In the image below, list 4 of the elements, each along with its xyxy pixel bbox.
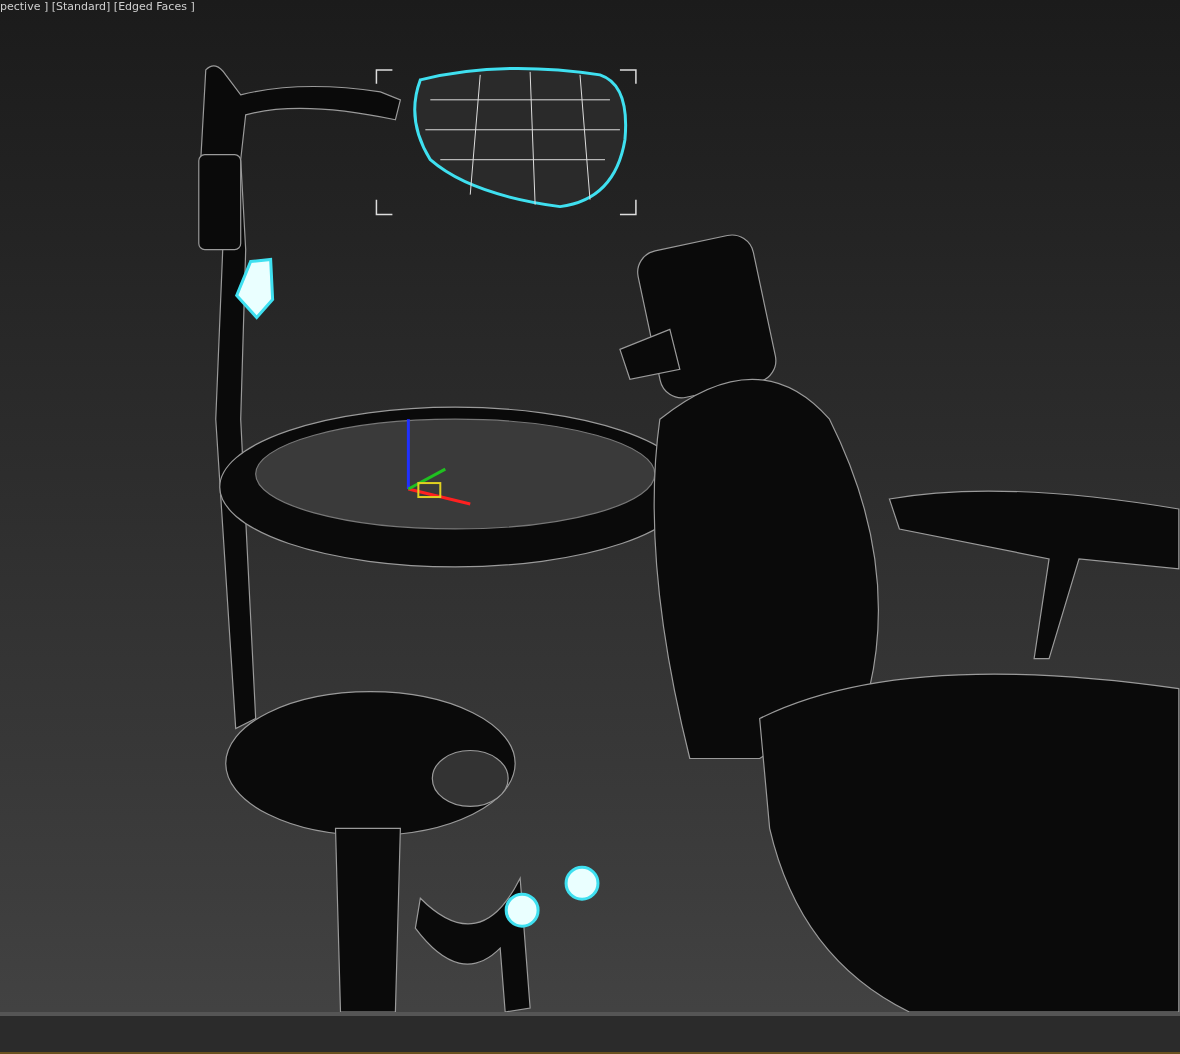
lamp-head-wireframe-drawing[interactable]: [413, 66, 628, 209]
transform-gizmo-drawing[interactable]: [406, 419, 471, 506]
selected-knob-drawing[interactable]: [234, 257, 600, 928]
viewport-label[interactable]: pective ] [Standard] [Edged Faces ]: [0, 0, 195, 13]
